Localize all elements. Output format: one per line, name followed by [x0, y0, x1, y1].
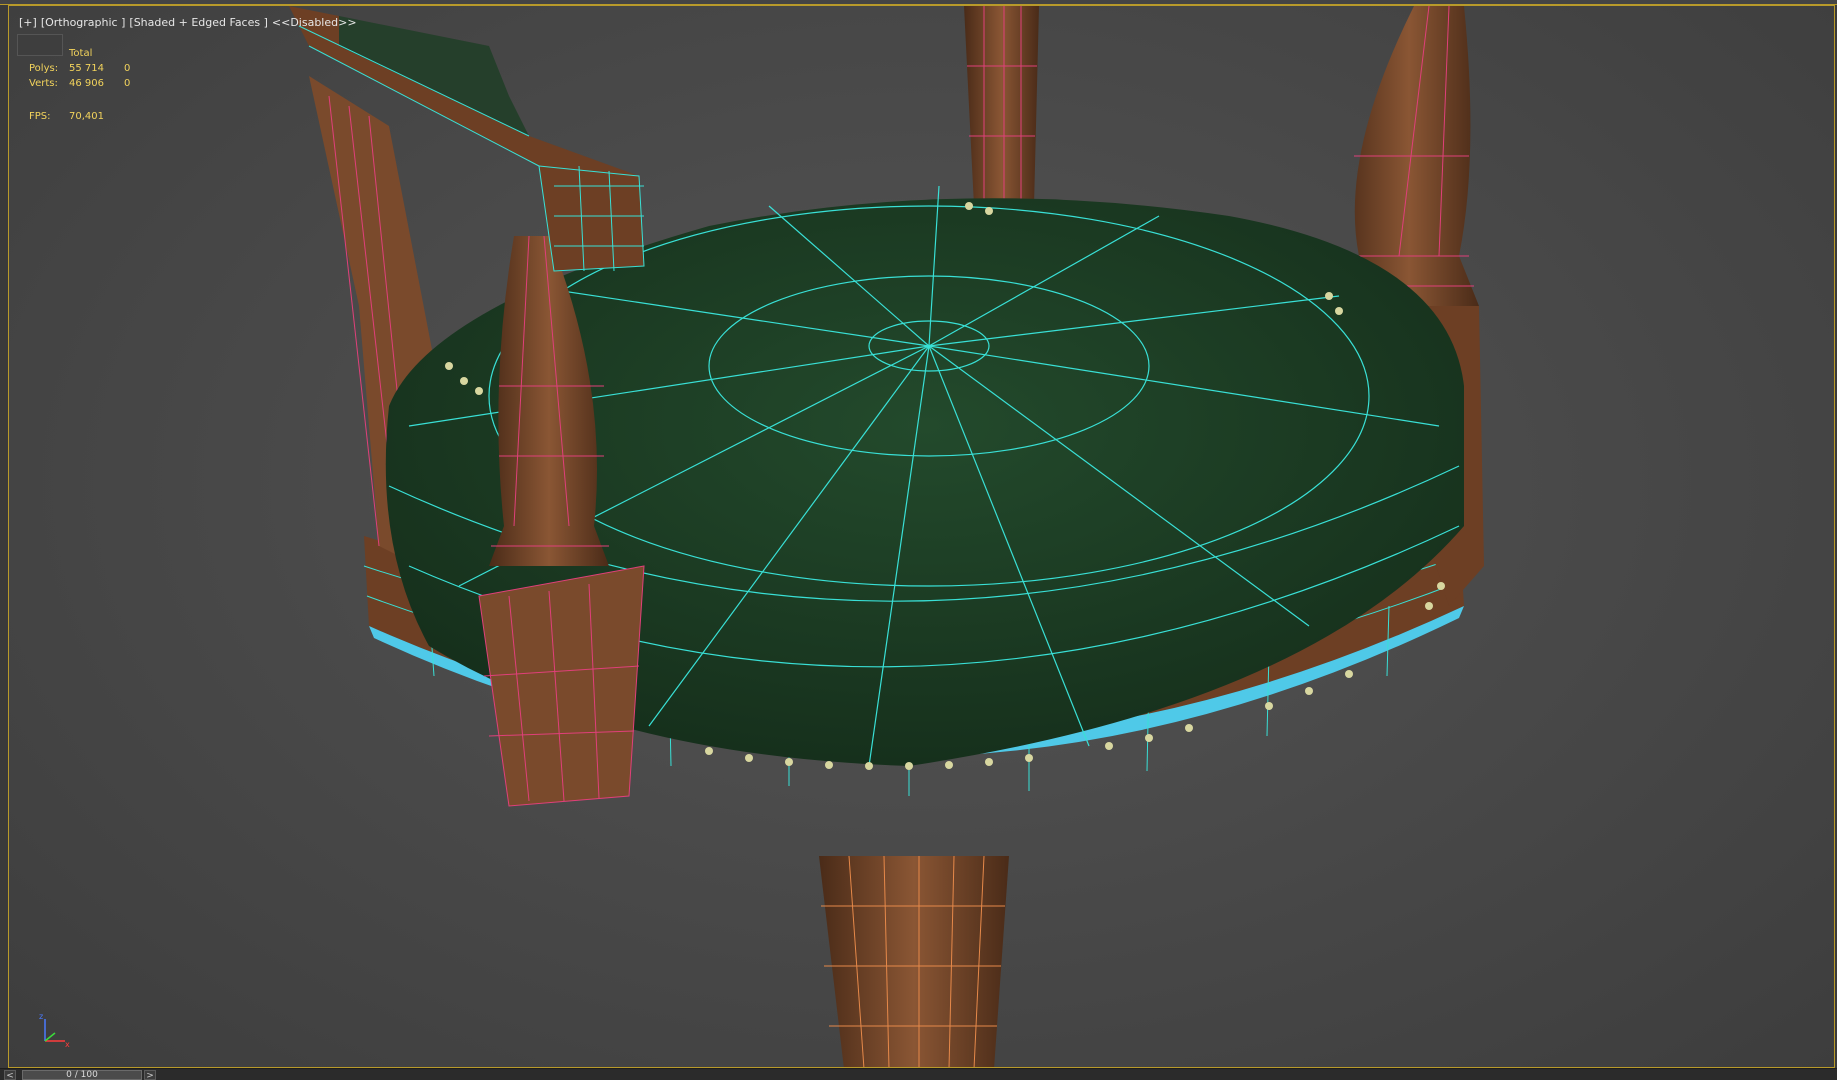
- fps-value: 70,401: [69, 111, 104, 122]
- chair-back-post-center[interactable]: [964, 6, 1039, 206]
- viewport-menu-button[interactable]: [+]: [19, 16, 37, 29]
- viewport-statistics: Total Polys: 55 714 0 Verts: 46 906 0 FP…: [29, 46, 154, 124]
- time-prev-button[interactable]: <: [4, 1070, 16, 1080]
- gizmo-z-label: z: [39, 1012, 43, 1021]
- gizmo-x-label: x: [65, 1040, 70, 1049]
- chair-center-leg[interactable]: [819, 855, 1009, 1068]
- time-slider[interactable]: 0 / 100: [22, 1070, 142, 1080]
- time-slider-bar: < 0 / 100 >: [0, 1068, 1837, 1080]
- disabled-label[interactable]: <<Disabled>>: [272, 16, 357, 29]
- app-window: [+] [Orthographic ] [Shaded + Edged Faces …: [0, 0, 1837, 1080]
- stats-total-header: Total: [69, 48, 93, 59]
- perspective-viewport[interactable]: [+] [Orthographic ] [Shaded + Edged Faces …: [8, 5, 1835, 1068]
- verts-label: Verts:: [29, 78, 58, 89]
- viewport-label[interactable]: [+] [Orthographic ] [Shaded + Edged Faces …: [19, 16, 361, 29]
- fps-label: FPS:: [29, 111, 51, 122]
- shading-mode-button[interactable]: [Shaded + Edged Faces ]: [129, 16, 267, 29]
- axis-tripod-icon: z x: [39, 1012, 70, 1049]
- time-next-button[interactable]: >: [144, 1070, 156, 1080]
- polys-label: Polys:: [29, 63, 59, 74]
- verts-value: 46 906: [69, 78, 104, 89]
- polys-value: 55 714: [69, 63, 104, 74]
- scene-3d-chair[interactable]: [9, 6, 1835, 1068]
- verts-selected: 0: [124, 78, 131, 89]
- view-mode-button[interactable]: [Orthographic ]: [41, 16, 126, 29]
- polys-selected: 0: [124, 63, 131, 74]
